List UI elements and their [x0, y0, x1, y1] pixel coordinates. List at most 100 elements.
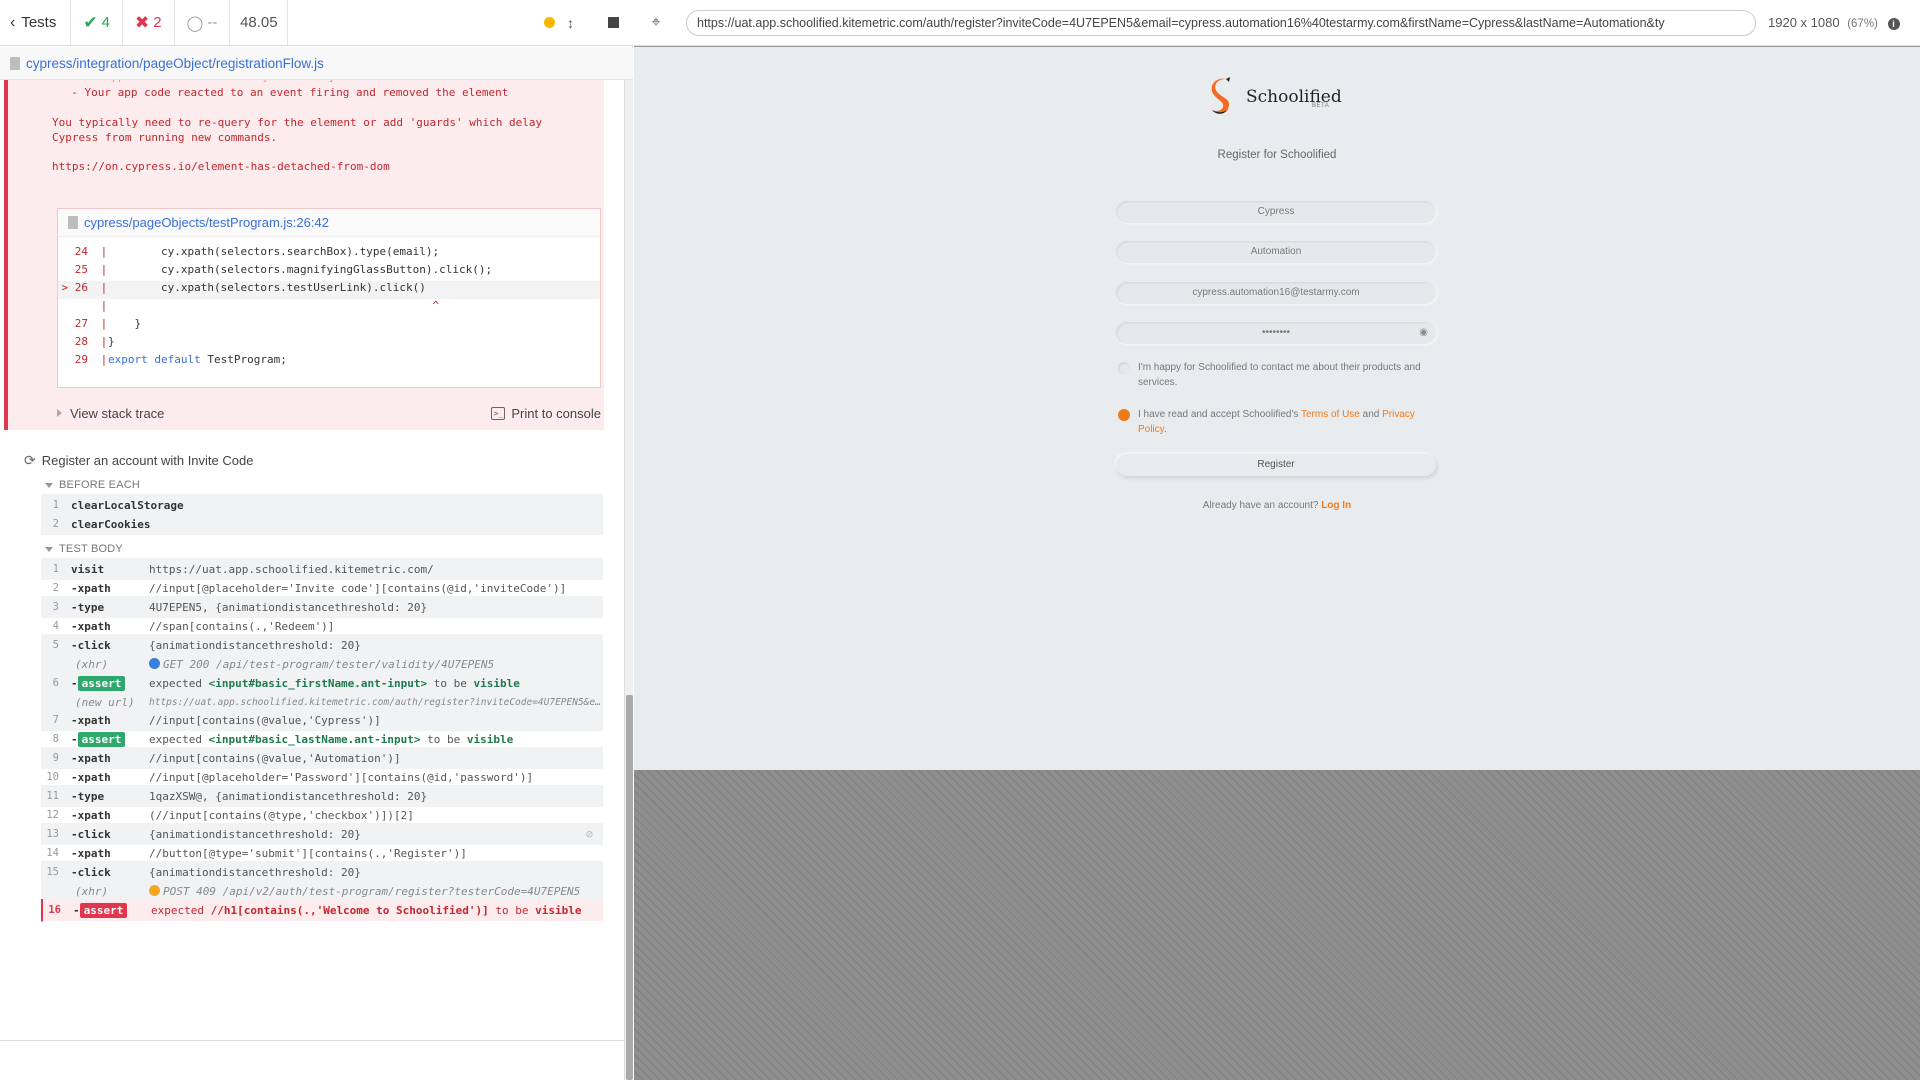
error-line: Cypress from running new commands.	[52, 131, 278, 144]
command-name: -click	[71, 638, 111, 652]
command-number: 10	[46, 771, 59, 783]
hook-label: BEFORE EACH	[59, 479, 141, 491]
command-row[interactable]: 16 - assert expected //h1[contains(.,'Welco…	[41, 899, 603, 922]
command-message: {animationdistancethreshold: 20}	[149, 638, 361, 652]
view-stack-trace-label: View stack trace	[70, 405, 165, 421]
code-line: 28 |}	[74, 335, 115, 348]
command-number: 13	[46, 828, 59, 840]
scrollbar-thumb[interactable]	[626, 695, 633, 1080]
auto-scroll-toggle-icon[interactable]: ↕	[567, 15, 574, 31]
aut-url[interactable]: https://uat.app.schoolified.kitemetric.c…	[686, 9, 1756, 36]
command-name: -type	[71, 600, 105, 614]
commands-scroll-area[interactable]: Your application re-rendered asynchronou…	[0, 80, 624, 1040]
command-message: {animationdistancethreshold: 20}	[149, 865, 361, 879]
assert-badge: assert	[79, 902, 128, 918]
command-row[interactable]: 2 clearCookies	[41, 513, 603, 536]
reporter-header: ‹ Tests ✔ 4 ✖ 2 ◯ -- 48.05 ↕	[0, 0, 633, 46]
code-frame: cypress/pageObjects/testProgram.js:26:42…	[57, 208, 601, 388]
viewport-size: 1920 x 1080	[1768, 15, 1840, 30]
command-name: -type	[71, 789, 105, 803]
failed-value: 2	[153, 14, 162, 31]
pending-value: --	[207, 14, 218, 31]
info-icon: i	[1887, 18, 1900, 30]
command-name: (xhr)	[75, 884, 109, 898]
register-button[interactable]: Register	[1116, 454, 1436, 476]
command-message: //button[@type='submit'][contains(.,'Reg…	[149, 846, 467, 860]
command-message: 4U7EPEN5, {animationdistancethreshold: 2…	[149, 600, 428, 614]
terms-checkbox[interactable]	[1118, 409, 1130, 421]
command-name: -xpath	[71, 846, 111, 860]
command-name: -click	[71, 865, 111, 879]
command-number: 2	[52, 582, 59, 594]
email-input[interactable]: cypress.automation16@testarmy.com	[1116, 282, 1436, 304]
command-number: 11	[46, 790, 59, 802]
login-prompt: Already have an account? Log In	[1202, 500, 1352, 511]
command-number: 3	[52, 601, 59, 613]
view-stack-trace-toggle[interactable]: View stack trace	[57, 406, 164, 421]
duration: 48.05	[230, 0, 289, 45]
command-number: 14	[46, 847, 59, 859]
selector-playground-icon[interactable]: ⌖	[634, 14, 678, 32]
xhr-status-icon	[149, 657, 160, 669]
command-message: //input[contains(@value,'Automation')]	[149, 751, 401, 765]
command-name: - assert	[73, 902, 151, 918]
fox-logo-icon	[1211, 77, 1230, 114]
command-name: -xpath	[71, 581, 111, 595]
test-title-label: Register an account with Invite Code	[41, 453, 254, 468]
command-name: clearCookies	[71, 517, 151, 531]
command-number: 8	[52, 733, 59, 745]
command-message: GET 200 /api/test-program/tester/validit…	[149, 657, 603, 671]
passed-count[interactable]: ✔ 4	[71, 0, 123, 45]
login-link[interactable]: Log In	[1321, 500, 1351, 511]
pending-count[interactable]: ◯ --	[175, 0, 231, 45]
viewport-info[interactable]: 1920 x 1080 (67%) i	[1768, 15, 1900, 30]
caret-right-icon	[57, 409, 62, 417]
cross-icon: ✖	[134, 12, 150, 32]
test-body-header[interactable]: TEST BODY	[45, 543, 123, 555]
command-name: - assert	[71, 675, 149, 691]
contact-consent-checkbox[interactable]	[1118, 362, 1130, 374]
terms-of-use-link[interactable]: Terms of Use	[1301, 409, 1360, 420]
contact-consent-label: I'm happy for Schoolified to contact me …	[1138, 362, 1421, 388]
command-name: -xpath	[71, 770, 111, 784]
command-message: //input[@placeholder='Password'][contain…	[149, 770, 534, 784]
command-number: 2	[52, 518, 59, 530]
code-frame-file-link[interactable]: cypress/pageObjects/testProgram.js:26:42	[84, 215, 329, 230]
print-to-console-button[interactable]: >_ Print to console	[491, 406, 601, 421]
last-name-input[interactable]: Automation	[1116, 241, 1436, 263]
code-line: 27 | }	[74, 317, 142, 330]
spec-file-link[interactable]: cypress/integration/pageObject/registrat…	[26, 56, 324, 71]
command-name: clearLocalStorage	[71, 498, 184, 512]
command-name: -xpath	[71, 808, 111, 822]
command-number: 15	[46, 866, 59, 878]
before-each-hook-header[interactable]: BEFORE EACH	[45, 479, 140, 491]
first-name-input[interactable]: Cypress	[1116, 201, 1436, 223]
caret-down-icon	[45, 546, 53, 552]
command-message: expected <input#basic_firstName.ant-inpu…	[149, 676, 520, 690]
error-docs-link[interactable]: https://on.cypress.io/element-has-detach…	[52, 160, 390, 173]
eye-slash-icon[interactable]: ◉	[1419, 322, 1428, 344]
command-number: 4	[52, 620, 59, 632]
tests-back-button[interactable]: ‹ Tests	[0, 0, 72, 45]
test-title[interactable]: ⟳ Register an account with Invite Code	[24, 452, 253, 469]
contact-consent-row[interactable]: I'm happy for Schoolified to contact me …	[1118, 360, 1438, 390]
beta-badge: BETA	[1312, 103, 1330, 109]
code-line: > 26 | cy.xpath(selectors.testUserLink).…	[58, 281, 600, 299]
command-name: - assert	[71, 731, 149, 747]
command-name: -click	[71, 827, 111, 841]
reporter-scrollbar[interactable]	[624, 80, 633, 1080]
error-block: Your application re-rendered asynchronou…	[4, 80, 604, 430]
password-input[interactable]: •••••••• ◉	[1116, 322, 1436, 344]
code-frame-header: cypress/pageObjects/testProgram.js:26:42	[58, 209, 600, 237]
failed-count[interactable]: ✖ 2	[123, 0, 175, 45]
terms-label: I have read and accept Schoolified's Ter…	[1138, 409, 1415, 435]
command-message: {animationdistancethreshold: 20}	[149, 827, 361, 841]
eye-slash-icon: ⊘	[585, 827, 593, 841]
viewport-zoom: (67%)	[1847, 18, 1878, 30]
terms-row[interactable]: I have read and accept Schoolified's Ter…	[1118, 407, 1438, 437]
command-name: -xpath	[71, 619, 111, 633]
command-message: https://uat.app.schoolified.kitemetric.c…	[149, 562, 434, 576]
schoolified-logo: Schoolified BETA	[1206, 77, 1342, 117]
stop-button[interactable]	[608, 17, 619, 28]
file-icon	[68, 216, 78, 229]
